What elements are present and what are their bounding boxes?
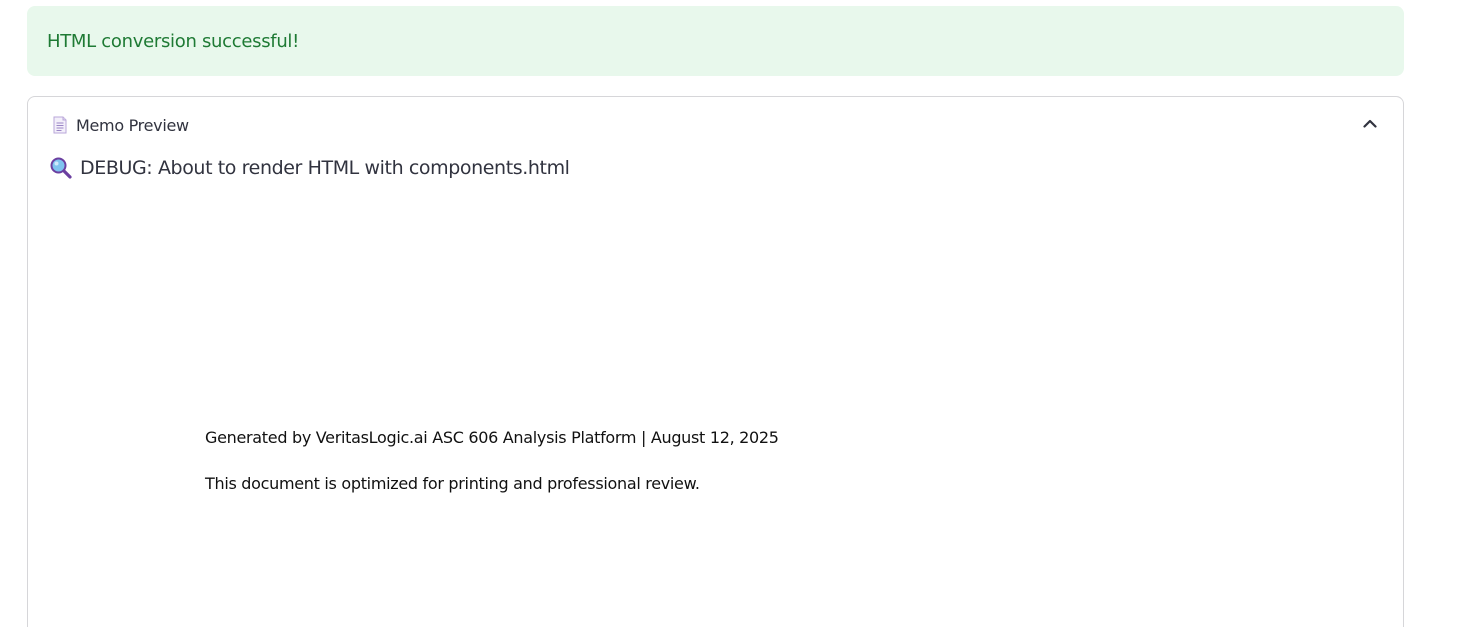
expander-label: Memo Preview — [76, 116, 189, 135]
expander-header[interactable]: Memo Preview — [28, 97, 1403, 155]
success-message: HTML conversion successful! — [47, 30, 300, 52]
memo-footer-generated-by: Generated by VeritasLogic.ai ASC 606 Ana… — [205, 428, 779, 447]
memo-preview-expander: Memo Preview DEBUG: About to render HTML… — [27, 96, 1404, 627]
memo-html-frame: Generated by VeritasLogic.ai ASC 606 Ana… — [50, 197, 1380, 627]
magnifier-icon — [50, 157, 72, 179]
memo-footer-print-note: This document is optimized for printing … — [205, 474, 700, 493]
chevron-up-icon[interactable] — [1361, 115, 1379, 133]
page: HTML conversion successful! Memo Preview — [0, 0, 1461, 627]
debug-line: DEBUG: About to render HTML with compone… — [50, 157, 570, 179]
success-alert: HTML conversion successful! — [27, 6, 1404, 76]
debug-text: DEBUG: About to render HTML with compone… — [80, 157, 570, 179]
memo-icon — [52, 116, 68, 134]
